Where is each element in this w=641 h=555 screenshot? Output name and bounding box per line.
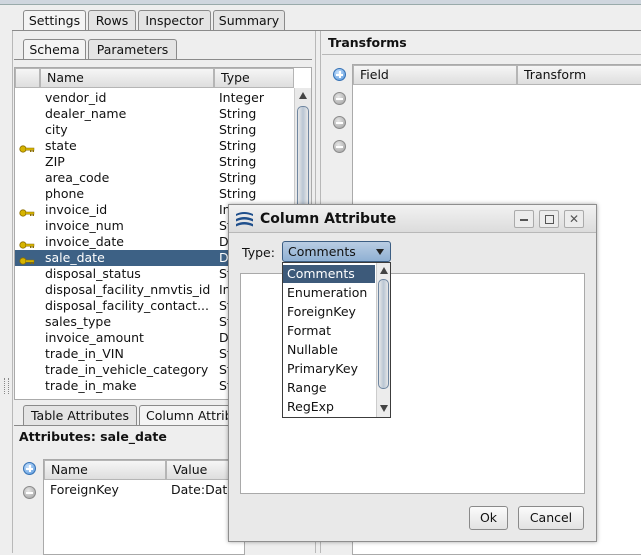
schema-cell-name: area_code: [45, 170, 110, 185]
maximize-icon: [545, 215, 554, 224]
table-row[interactable]: state String: [15, 138, 294, 154]
attributes-header-name[interactable]: Name: [44, 460, 166, 480]
attributes-title: Attributes: sale_date: [19, 429, 167, 444]
minimize-button[interactable]: [514, 210, 534, 228]
app-logo-icon: [235, 211, 254, 228]
schema-cell-name: ZIP: [45, 154, 65, 169]
schema-cell-type: Integer: [219, 90, 264, 105]
table-row[interactable]: ZIP String: [15, 154, 294, 170]
dropdown-scrollbar[interactable]: [376, 263, 390, 417]
add-attribute-button[interactable]: [23, 462, 36, 475]
attributes-table: Name Value ForeignKey Date:Dat: [43, 459, 245, 555]
type-combobox[interactable]: Comments: [282, 241, 391, 262]
dropdown-option-regexp[interactable]: RegExp: [283, 398, 375, 416]
sub-tab-line: [14, 59, 312, 60]
type-dropdown-list[interactable]: Comments Enumeration ForeignKey Format Nulla…: [282, 262, 391, 418]
dropdown-option-primarykey[interactable]: PrimaryKey: [283, 360, 375, 378]
dropdown-scroll-down-icon[interactable]: [380, 405, 388, 412]
type-label: Type:: [242, 245, 275, 260]
schema-cell-name: state: [45, 138, 77, 153]
dropdown-scroll-thumb[interactable]: [378, 279, 389, 389]
schema-cell-name: disposal_status: [45, 266, 141, 281]
transforms-title: Transforms: [328, 35, 407, 50]
tab-inspector[interactable]: Inspector: [138, 10, 211, 31]
schema-cell-type: String: [219, 170, 257, 185]
schema-cell-name: disposal_facility_contact...: [45, 298, 209, 313]
table-row[interactable]: area_code String: [15, 170, 294, 186]
dropdown-option-range[interactable]: Range: [283, 379, 375, 397]
dropdown-option-format[interactable]: Format: [283, 322, 375, 340]
add-transform-button[interactable]: [333, 68, 346, 81]
column-attribute-dialog: Column Attribute ✕ Type: Comments Commen…: [228, 204, 597, 542]
tab-column-attributes[interactable]: Column Attrib: [139, 405, 239, 426]
ok-button[interactable]: Ok: [469, 506, 508, 530]
key-icon: [19, 206, 35, 217]
dropdown-option-foreignkey[interactable]: ForeignKey: [283, 303, 375, 321]
close-button[interactable]: ✕: [564, 210, 584, 228]
cancel-button[interactable]: Cancel: [518, 506, 584, 530]
schema-cell-name: disposal_facility_nmvtis_id: [45, 282, 211, 297]
schema-cell-name: sale_date: [45, 250, 105, 265]
schema-cell-type: String: [219, 106, 257, 121]
schema-cell-name: dealer_name: [45, 106, 127, 121]
close-icon: ✕: [568, 212, 580, 226]
schema-cell-name: invoice_num: [45, 218, 124, 233]
schema-header-corner: [15, 68, 40, 88]
schema-header-name[interactable]: Name: [40, 68, 214, 88]
transforms-header-field[interactable]: Field: [353, 65, 517, 85]
transforms-divider: [322, 54, 641, 55]
schema-cell-name: invoice_date: [45, 234, 124, 249]
dropdown-option-comments[interactable]: Comments: [283, 265, 375, 283]
table-row[interactable]: city String: [15, 122, 294, 138]
schema-header-type[interactable]: Type: [214, 68, 294, 88]
attribute-row-name[interactable]: ForeignKey: [50, 482, 165, 498]
scroll-up-arrow-icon[interactable]: [299, 92, 307, 99]
schema-cell-name: sales_type: [45, 314, 112, 329]
table-row[interactable]: dealer_name String: [15, 106, 294, 122]
tab-summary[interactable]: Summary: [213, 10, 285, 31]
minimize-icon: [520, 219, 528, 221]
tab-settings[interactable]: Settings: [23, 10, 86, 31]
splitter-grip[interactable]: [4, 378, 9, 394]
schema-cell-name: invoice_amount: [45, 330, 144, 345]
tab-table-attributes[interactable]: Table Attributes: [23, 405, 137, 426]
top-strip: [0, 0, 641, 5]
tab-schema[interactable]: Schema: [23, 39, 86, 60]
schema-cell-type: String: [219, 186, 257, 201]
schema-cell-name: phone: [45, 186, 85, 201]
maximize-button[interactable]: [539, 210, 559, 228]
table-row[interactable]: phone String: [15, 186, 294, 202]
move-down-transform-button[interactable]: [333, 140, 346, 153]
table-row[interactable]: vendor_id Integer: [15, 90, 294, 106]
schema-cell-type: String: [219, 138, 257, 153]
schema-cell-name: invoice_id: [45, 202, 108, 217]
tab-rows[interactable]: Rows: [88, 10, 136, 31]
key-icon: [19, 238, 35, 249]
transforms-header-transform[interactable]: Transform: [517, 65, 641, 85]
move-up-transform-button[interactable]: [333, 116, 346, 129]
type-combobox-value: Comments: [288, 244, 356, 259]
tab-parameters[interactable]: Parameters: [88, 39, 177, 60]
remove-transform-button[interactable]: [333, 92, 346, 105]
chevron-down-icon: [376, 249, 384, 255]
key-icon: [19, 254, 35, 265]
schema-cell-type: String: [219, 154, 257, 169]
remove-attribute-button[interactable]: [23, 486, 36, 499]
dropdown-option-enumeration[interactable]: Enumeration: [283, 284, 375, 302]
schema-cell-name: trade_in_VIN: [45, 346, 124, 361]
schema-cell-type: String: [219, 122, 257, 137]
dropdown-option-nullable[interactable]: Nullable: [283, 341, 375, 359]
dropdown-scroll-up-icon[interactable]: [380, 267, 388, 274]
schema-cell-name: trade_in_make: [45, 378, 137, 393]
key-icon: [19, 142, 35, 153]
schema-cell-name: vendor_id: [45, 90, 107, 105]
schema-cell-name: trade_in_vehicle_category: [45, 362, 209, 377]
schema-cell-name: city: [45, 122, 68, 137]
dialog-title: Column Attribute: [260, 211, 397, 227]
